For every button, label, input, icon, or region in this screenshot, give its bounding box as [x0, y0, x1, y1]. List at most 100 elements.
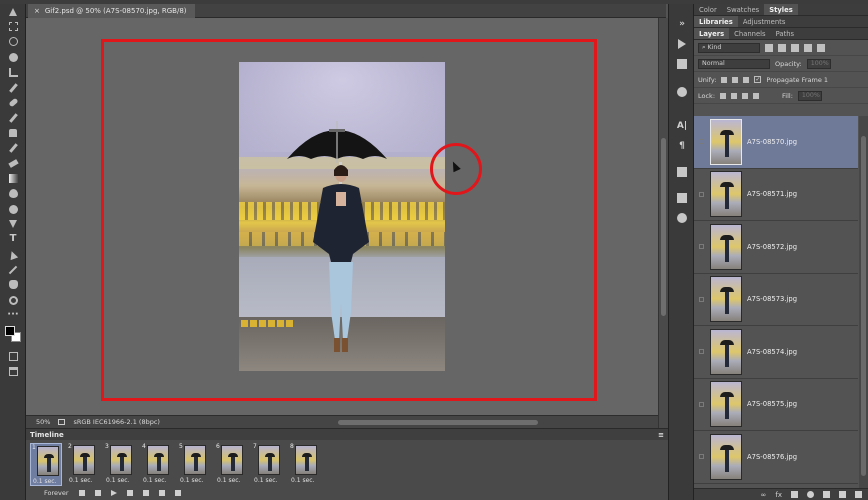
- properties-panel-button[interactable]: [669, 188, 695, 208]
- layer-row[interactable]: A7S-08571.jpg: [694, 168, 858, 221]
- smart-object-filter-icon[interactable]: [817, 43, 825, 52]
- color-swatches[interactable]: [0, 323, 26, 349]
- tween-icon[interactable]: [142, 490, 149, 496]
- pen-tool[interactable]: [0, 217, 26, 232]
- link-layers-icon[interactable]: ∞: [761, 491, 767, 499]
- healing-brush-tool[interactable]: [0, 95, 26, 110]
- layer-name[interactable]: A7S-08573.jpg: [747, 295, 797, 303]
- timeline-title[interactable]: Timeline: [30, 431, 64, 439]
- visibility-toggle[interactable]: [694, 187, 708, 201]
- tab-color[interactable]: Color: [694, 4, 722, 15]
- visibility-toggle[interactable]: [694, 450, 708, 464]
- foreground-color[interactable]: [5, 325, 15, 336]
- adjustment-filter-icon[interactable]: [778, 43, 786, 52]
- lock-pixels-icon[interactable]: [731, 92, 738, 99]
- tab-layers[interactable]: Layers: [694, 28, 730, 39]
- fill-field[interactable]: 100%: [797, 90, 822, 101]
- zoom-level[interactable]: 50%: [36, 418, 50, 426]
- paragraph-panel-button[interactable]: ¶: [669, 136, 695, 156]
- frame-delay[interactable]: 0.1 sec.: [106, 477, 129, 484]
- 3d-panel-button[interactable]: [669, 162, 695, 182]
- vertical-scrollbar[interactable]: [658, 18, 668, 428]
- color-profile[interactable]: sRGB IEC61966-2.1 (8bpc): [73, 418, 160, 426]
- tab-channels[interactable]: Channels: [729, 28, 770, 39]
- new-layer-icon[interactable]: [839, 491, 846, 498]
- play-icon[interactable]: [110, 490, 117, 496]
- layers-scrollbar[interactable]: [859, 116, 868, 488]
- adjustment-layer-icon[interactable]: [807, 491, 814, 498]
- eyedropper-tool[interactable]: [0, 80, 26, 95]
- previous-frame-icon[interactable]: [94, 490, 101, 496]
- canvas-area[interactable]: [26, 18, 658, 415]
- info-panel-button[interactable]: [669, 208, 695, 228]
- lock-all-icon[interactable]: [753, 92, 760, 99]
- gradient-tool[interactable]: [0, 171, 26, 186]
- frame-delay[interactable]: 0.1 sec.: [217, 477, 240, 484]
- brush-tool[interactable]: [0, 110, 26, 125]
- path-select-tool[interactable]: [0, 247, 26, 262]
- layer-row[interactable]: A7S-08572.jpg: [694, 221, 858, 274]
- history-brush-tool[interactable]: [0, 141, 26, 156]
- visibility-toggle[interactable]: [694, 397, 708, 411]
- propagate-checkbox[interactable]: ✓: [754, 76, 762, 83]
- tab-paths[interactable]: Paths: [771, 28, 799, 39]
- layer-name[interactable]: A7S-08574.jpg: [747, 348, 797, 356]
- layer-name[interactable]: A7S-08570.jpg: [747, 138, 797, 146]
- visibility-toggle[interactable]: [694, 345, 708, 359]
- trash-icon[interactable]: [855, 491, 862, 498]
- eraser-tool[interactable]: [0, 156, 26, 171]
- visibility-toggle[interactable]: [694, 292, 708, 306]
- horizontal-scrollbar[interactable]: [338, 420, 538, 425]
- visibility-toggle[interactable]: [694, 135, 708, 149]
- layer-row[interactable]: A7S-08570.jpg: [694, 116, 858, 169]
- layer-name[interactable]: A7S-08572.jpg: [747, 243, 797, 251]
- unify-style-icon[interactable]: [743, 76, 750, 83]
- layer-name[interactable]: A7S-08576.jpg: [747, 453, 797, 461]
- frame-delay[interactable]: 0.1 sec.: [180, 477, 203, 484]
- first-frame-icon[interactable]: [78, 490, 85, 496]
- shape-filter-icon[interactable]: [804, 43, 812, 52]
- crop-tool[interactable]: [0, 65, 26, 80]
- frame-delay[interactable]: 0.1 sec.: [143, 477, 166, 484]
- clone-stamp-tool[interactable]: [0, 126, 26, 141]
- quick-select-tool[interactable]: [0, 50, 26, 65]
- frame-thumbnail[interactable]: 2 0.1 sec.: [67, 443, 99, 486]
- frame-thumbnail[interactable]: 1 0.1 sec.: [30, 443, 62, 486]
- layer-row[interactable]: A7S-08573.jpg: [694, 273, 858, 326]
- layer-style-icon[interactable]: fx: [775, 491, 782, 499]
- pixel-filter-icon[interactable]: [765, 43, 773, 52]
- panel-toggle[interactable]: »: [669, 14, 695, 34]
- frame-delay[interactable]: 0.1 sec.: [254, 477, 277, 484]
- frame-thumbnail[interactable]: 8 0.1 sec.: [289, 443, 321, 486]
- brush-panel-button[interactable]: [669, 54, 695, 74]
- panel-menu-icon[interactable]: ≡: [658, 431, 664, 439]
- tab-libraries[interactable]: Libraries: [694, 16, 738, 27]
- unify-position-icon[interactable]: [721, 76, 728, 83]
- shape-tool[interactable]: [0, 262, 26, 277]
- frame-thumbnail[interactable]: 4 0.1 sec.: [141, 443, 173, 486]
- dodge-tool[interactable]: [0, 201, 26, 216]
- lock-transparent-icon[interactable]: [720, 92, 727, 99]
- frame-thumbnail[interactable]: 6 0.1 sec.: [215, 443, 247, 486]
- screen-mode-button[interactable]: [0, 364, 26, 379]
- extra-tools[interactable]: ···: [0, 308, 26, 323]
- close-icon[interactable]: ×: [34, 7, 40, 15]
- duplicate-frame-icon[interactable]: [158, 490, 165, 496]
- layer-name[interactable]: A7S-08575.jpg: [747, 400, 797, 408]
- frame-delay[interactable]: 0.1 sec.: [291, 477, 314, 484]
- frame-delay[interactable]: 0.1 sec.: [33, 478, 56, 485]
- frame-thumbnail[interactable]: 3 0.1 sec.: [104, 443, 136, 486]
- visibility-toggle[interactable]: [694, 240, 708, 254]
- layer-name[interactable]: A7S-08571.jpg: [747, 190, 797, 198]
- document-tab[interactable]: × Gif2.psd @ 50% (A7S-08570.jpg, RGB/8): [28, 4, 195, 18]
- lock-position-icon[interactable]: [742, 92, 749, 99]
- type-tool[interactable]: T: [0, 232, 26, 247]
- quick-mask-button[interactable]: [0, 349, 26, 364]
- loop-select[interactable]: Forever: [44, 489, 69, 497]
- history-panel-button[interactable]: [669, 34, 695, 54]
- frame-delay[interactable]: 0.1 sec.: [69, 477, 92, 484]
- hand-tool[interactable]: [0, 277, 26, 292]
- character-panel-button[interactable]: A|: [669, 116, 695, 136]
- next-frame-icon[interactable]: [126, 490, 133, 496]
- move-tool[interactable]: [0, 4, 26, 19]
